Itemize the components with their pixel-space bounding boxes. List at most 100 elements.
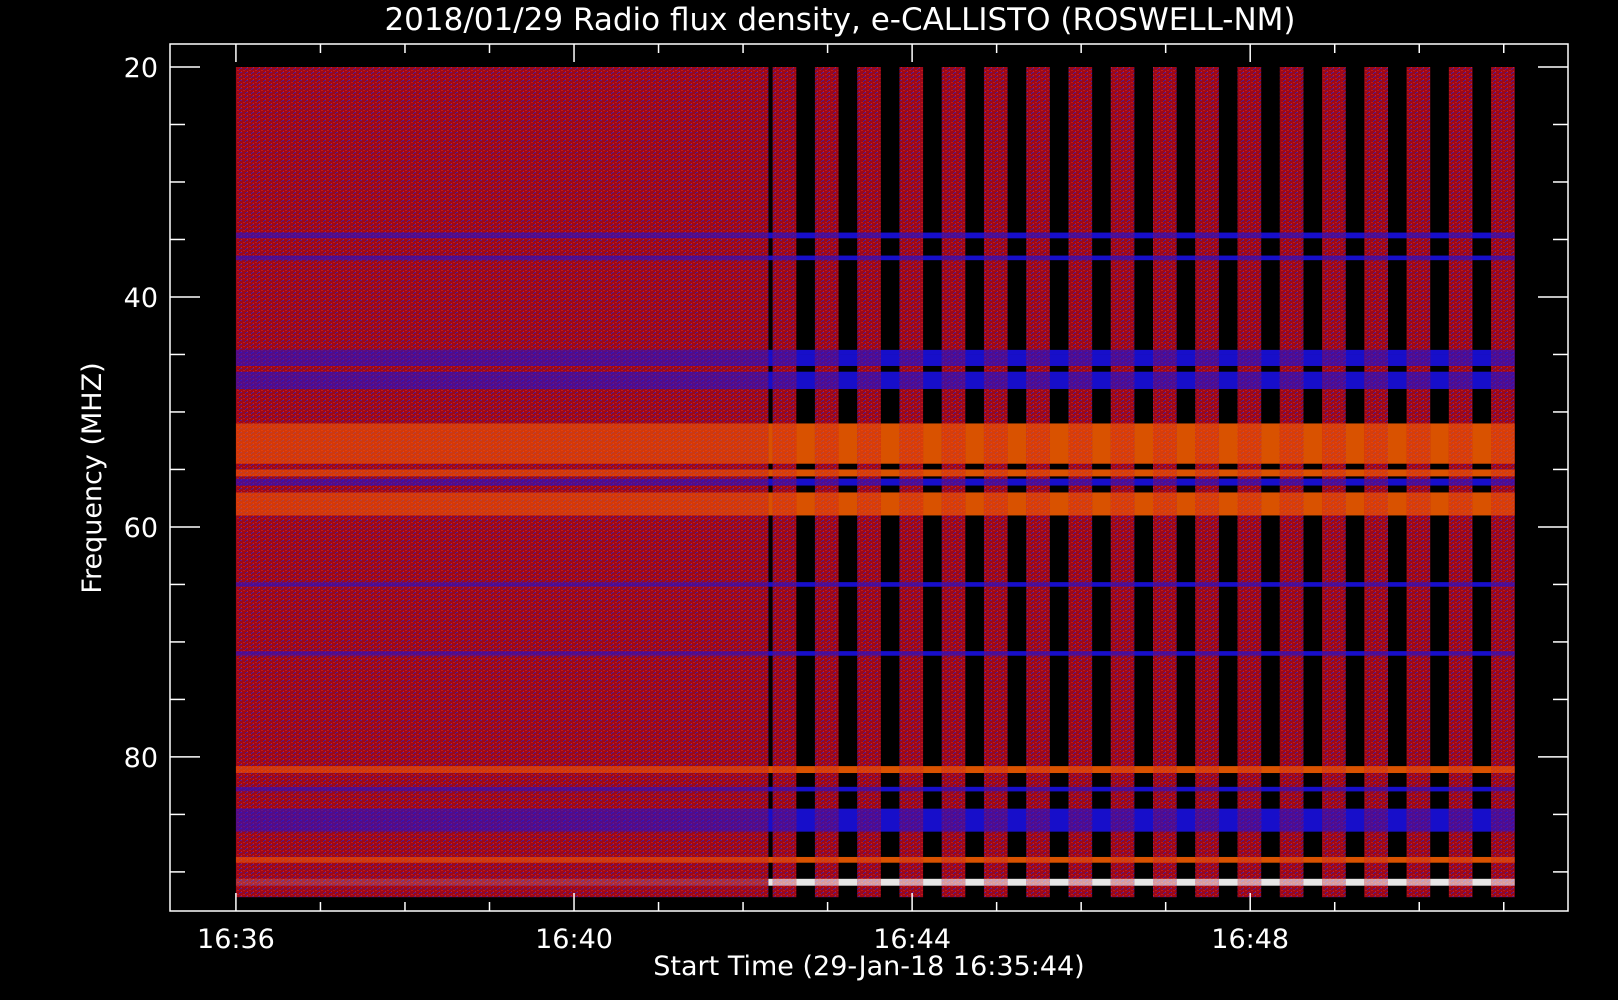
heatmap-sweep-band bbox=[1195, 232, 1219, 239]
heatmap-sweep-band bbox=[1026, 423, 1050, 464]
heatmap-sweep-band bbox=[941, 878, 966, 886]
heatmap-sweep-band bbox=[1068, 255, 1093, 261]
heatmap-sweep-band bbox=[857, 856, 881, 863]
heatmap-sweep-band bbox=[899, 469, 924, 477]
heatmap-sweep-band bbox=[1237, 878, 1262, 886]
heatmap-sweep-band bbox=[1068, 856, 1093, 863]
heatmap-sweep-band bbox=[983, 786, 1008, 792]
heatmap-sweep-band bbox=[983, 371, 1008, 389]
heatmap-sweep-band bbox=[772, 232, 797, 239]
heatmap-sweep-band bbox=[983, 492, 1008, 516]
heatmap-sweep-band bbox=[1279, 808, 1304, 832]
y-tick-label: 60 bbox=[124, 513, 158, 544]
heatmap-sweep-band bbox=[941, 492, 966, 516]
x-tick-label: 16:48 bbox=[1211, 924, 1289, 955]
heatmap-sweep-band bbox=[1448, 423, 1473, 464]
heatmap-sweep-band bbox=[941, 651, 966, 656]
heatmap-sweep-band bbox=[1448, 878, 1473, 886]
heatmap-sweep-band bbox=[1364, 856, 1388, 863]
heatmap-sweep-band bbox=[1491, 492, 1515, 516]
heatmap-sweep-band bbox=[1448, 582, 1473, 587]
heatmap-sweep-band bbox=[1364, 766, 1388, 774]
heatmap-sweep-band bbox=[1279, 255, 1304, 261]
heatmap-sweep-band bbox=[1068, 651, 1093, 656]
heatmap-sweep-band bbox=[1322, 371, 1346, 389]
heatmap-sweep-band bbox=[814, 651, 839, 656]
heatmap-sweep-band bbox=[983, 469, 1008, 477]
heatmap-band bbox=[235, 371, 769, 389]
heatmap-sweep-band bbox=[814, 354, 839, 366]
heatmap-band bbox=[235, 232, 769, 239]
heatmap-sweep-band bbox=[1237, 856, 1262, 863]
x-tick-label: 16:36 bbox=[197, 924, 275, 955]
heatmap-sweep-band bbox=[857, 371, 881, 389]
heatmap-sweep-band bbox=[1195, 808, 1219, 832]
heatmap-sweep-band bbox=[1448, 651, 1473, 656]
heatmap-sweep-band bbox=[1026, 354, 1050, 366]
heatmap-sweep-band bbox=[1491, 354, 1515, 366]
heatmap-sweep-band bbox=[1237, 423, 1262, 464]
heatmap-sweep-band bbox=[983, 232, 1008, 239]
heatmap-sweep-band bbox=[1195, 371, 1219, 389]
heatmap-sweep-band bbox=[1152, 766, 1177, 774]
heatmap-band bbox=[235, 255, 769, 261]
heatmap-sweep-band bbox=[1322, 878, 1346, 886]
heatmap-sweep-band bbox=[1195, 423, 1219, 464]
heatmap-sweep-band bbox=[1195, 786, 1219, 792]
heatmap-sweep-band bbox=[1237, 232, 1262, 239]
heatmap-sweep-band bbox=[983, 255, 1008, 261]
heatmap-sweep-band bbox=[814, 255, 839, 261]
heatmap-sweep-band bbox=[899, 808, 924, 832]
heatmap-sweep-band bbox=[1406, 856, 1431, 863]
heatmap-sweep-band bbox=[1152, 371, 1177, 389]
heatmap-band bbox=[235, 766, 769, 774]
heatmap-sweep-band bbox=[1110, 582, 1135, 587]
heatmap-sweep-band bbox=[814, 878, 839, 886]
heatmap-sweep-band bbox=[941, 255, 966, 261]
heatmap-sweep-band bbox=[1110, 354, 1135, 366]
heatmap-sweep-band bbox=[772, 469, 797, 477]
heatmap-sweep-band bbox=[1406, 423, 1431, 464]
heatmap-sweep-band bbox=[941, 232, 966, 239]
heatmap-sweep-band bbox=[1237, 786, 1262, 792]
heatmap-sweep-band bbox=[1448, 371, 1473, 389]
heatmap-sweep-band bbox=[1237, 808, 1262, 832]
heatmap-sweep-band bbox=[814, 349, 839, 355]
heatmap-sweep-band bbox=[772, 371, 797, 389]
heatmap-band bbox=[235, 349, 769, 355]
heatmap-sweep-band bbox=[1322, 478, 1346, 486]
heatmap-sweep-band bbox=[1364, 808, 1388, 832]
y-tick-label: 20 bbox=[124, 53, 158, 84]
heatmap-band bbox=[235, 354, 769, 366]
heatmap-sweep-band bbox=[899, 354, 924, 366]
heatmap-sweep-band bbox=[1026, 582, 1050, 587]
y-tick-label: 80 bbox=[124, 743, 158, 774]
heatmap-sweep-band bbox=[941, 371, 966, 389]
heatmap-sweep-band bbox=[1448, 469, 1473, 477]
heatmap-sweep-band bbox=[1110, 651, 1135, 656]
heatmap-sweep-band bbox=[983, 856, 1008, 863]
heatmap-sweep-band bbox=[857, 423, 881, 464]
heatmap-sweep-band bbox=[1279, 478, 1304, 486]
heatmap-sweep-band bbox=[1152, 492, 1177, 516]
heatmap-sweep-band bbox=[1322, 469, 1346, 477]
heatmap-sweep-band bbox=[1279, 766, 1304, 774]
heatmap-sweep-band bbox=[941, 349, 966, 355]
heatmap-sweep-band bbox=[941, 766, 966, 774]
heatmap-sweep-band bbox=[1026, 651, 1050, 656]
heatmap-sweep-band bbox=[1110, 786, 1135, 792]
heatmap-sweep-band bbox=[983, 651, 1008, 656]
heatmap-sweep-band bbox=[1110, 766, 1135, 774]
heatmap-sweep-band bbox=[941, 423, 966, 464]
heatmap-sweep-band bbox=[814, 786, 839, 792]
heatmap-sweep-band bbox=[814, 371, 839, 389]
y-tick-label: 40 bbox=[124, 283, 158, 314]
heatmap-sweep-band bbox=[1448, 255, 1473, 261]
heatmap-sweep-band bbox=[1237, 651, 1262, 656]
heatmap-sweep-band bbox=[899, 786, 924, 792]
heatmap-sweep-band bbox=[1068, 354, 1093, 366]
heatmap-sweep-band bbox=[1068, 478, 1093, 486]
heatmap-sweep-band bbox=[1491, 371, 1515, 389]
heatmap-sweep-band bbox=[941, 469, 966, 477]
heatmap-sweep-band bbox=[1448, 766, 1473, 774]
